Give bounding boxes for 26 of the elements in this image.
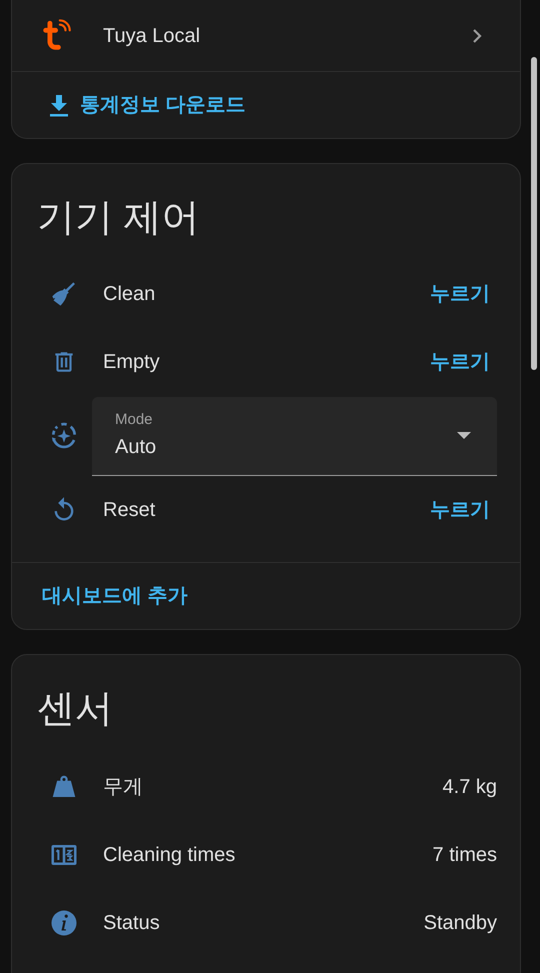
entity-name: Empty — [103, 350, 161, 375]
sensor-value: 7 times — [432, 843, 497, 868]
entity-name: Clean — [103, 282, 156, 307]
press-button[interactable]: 누르기 — [430, 279, 490, 309]
add-to-dashboard-link[interactable]: 대시보드에 추가 — [42, 581, 188, 611]
download-icon — [48, 93, 70, 117]
card-title: 기기 제어 — [36, 196, 201, 241]
sensor-name: 무게 — [103, 775, 144, 800]
info-icon — [49, 908, 79, 938]
select-label: Mode — [115, 410, 154, 430]
mode-select[interactable]: Mode Auto — [92, 396, 497, 476]
sensor-name: Status — [103, 911, 161, 936]
dropdown-arrow-icon — [457, 432, 471, 440]
select-value: Auto — [115, 434, 158, 460]
scrollbar[interactable] — [531, 57, 537, 370]
integration-row[interactable]: Tuya Local — [12, 0, 520, 72]
integration-name: Tuya Local — [103, 24, 202, 48]
press-button[interactable]: 누르기 — [430, 495, 490, 525]
download-link[interactable]: 통계정보 다운로드 — [12, 72, 520, 138]
entity-name: Reset — [103, 498, 156, 523]
sensor-name: Cleaning times — [103, 843, 236, 868]
card-title: 센서 — [36, 687, 114, 732]
sensor-value: Standby — [424, 911, 497, 936]
sensor-value: 4.7 kg — [442, 775, 497, 800]
broom-icon — [50, 280, 78, 308]
press-button[interactable]: 누르기 — [430, 347, 490, 377]
